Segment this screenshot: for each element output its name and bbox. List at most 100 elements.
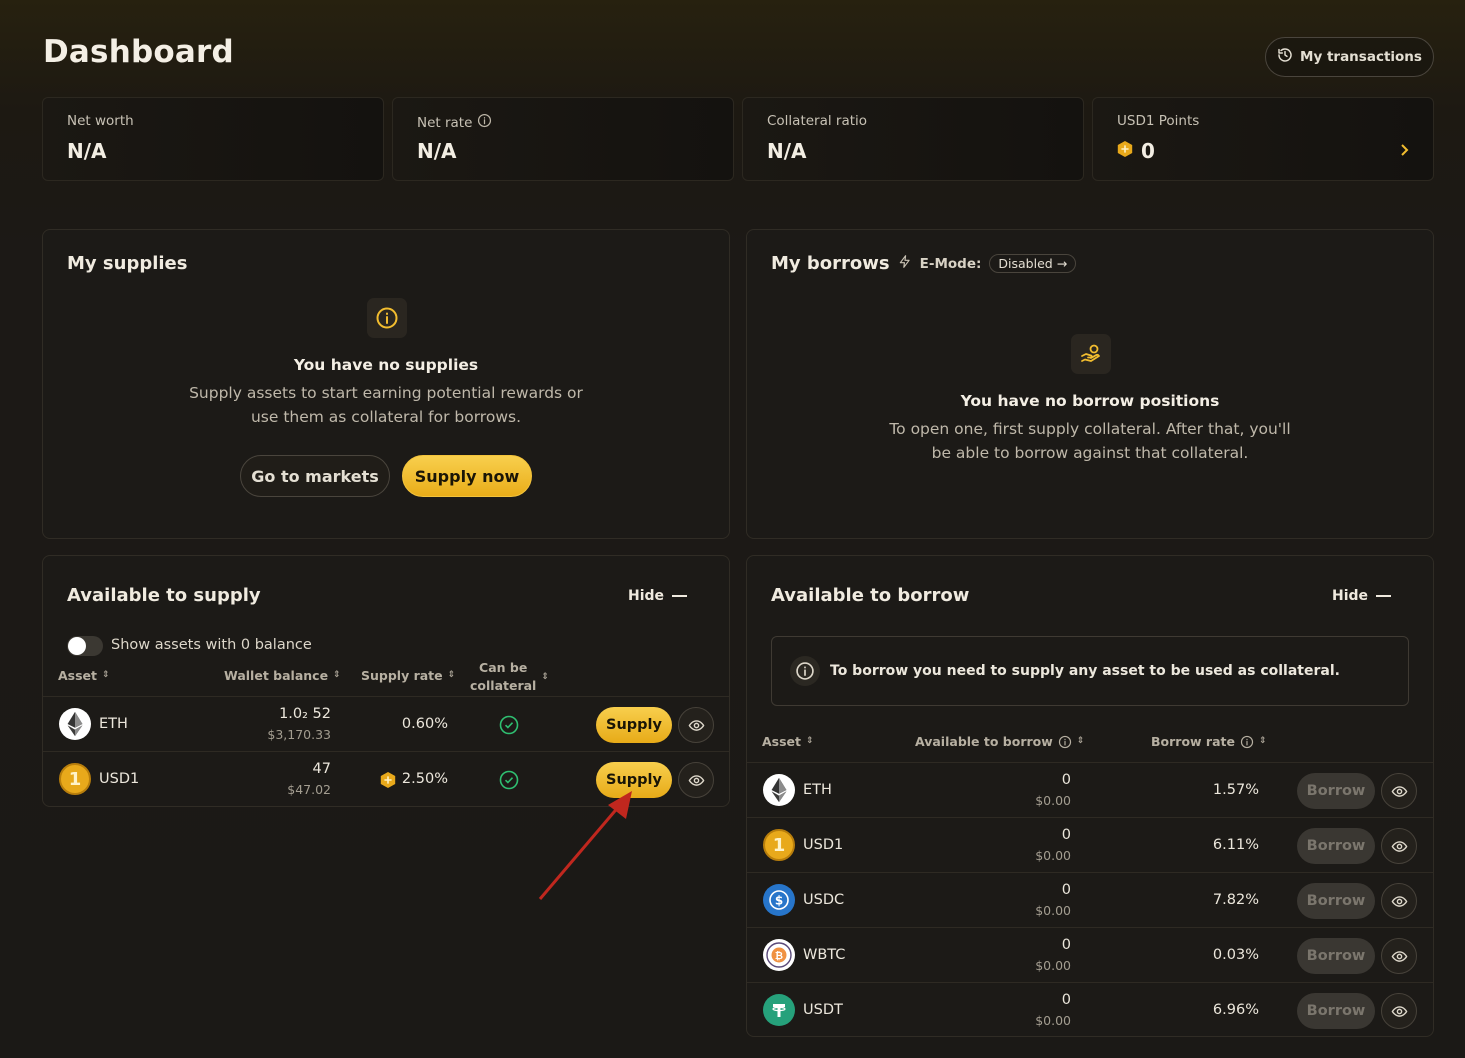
- table-row: 1 USD1 0 $0.00 6.11% Borrow: [747, 817, 1433, 872]
- stat-collateral-ratio: Collateral ratio N/A: [742, 97, 1084, 181]
- eye-icon[interactable]: [1381, 883, 1417, 919]
- empty-desc: be able to borrow against that collatera…: [931, 444, 1249, 462]
- available-usd: $0.00: [1035, 848, 1071, 863]
- sort-icon: ⇕: [333, 670, 341, 680]
- go-to-markets-button[interactable]: Go to markets: [240, 455, 390, 497]
- asset-name: USD1: [803, 837, 844, 853]
- emode-status-button[interactable]: Disabled →: [989, 254, 1077, 273]
- column-asset[interactable]: Asset ⇕: [58, 668, 110, 683]
- eye-icon[interactable]: [1381, 993, 1417, 1029]
- my-borrows-title: My borrows: [771, 253, 890, 274]
- arrow-right-icon: →: [1056, 256, 1068, 271]
- collateral-notice: To borrow you need to supply any asset t…: [771, 636, 1409, 706]
- available-borrow-title: Available to borrow: [771, 585, 970, 606]
- my-supplies-title: My supplies: [67, 253, 188, 274]
- usdc-coin-icon: $: [763, 884, 795, 916]
- hand-coins-icon: [1071, 334, 1111, 374]
- supply-now-button[interactable]: Supply now: [402, 455, 532, 497]
- borrow-rate: 6.96%: [1212, 1002, 1259, 1018]
- annotation-arrow: [538, 791, 632, 900]
- ethereum-icon: [59, 708, 91, 740]
- empty-desc: To open one, first supply collateral. Af…: [889, 420, 1291, 438]
- info-icon: [790, 656, 820, 686]
- my-transactions-label: My transactions: [1300, 49, 1422, 65]
- empty-desc: Supply assets to start earning potential…: [189, 384, 583, 402]
- usdt-coin-icon: [763, 994, 795, 1026]
- borrow-button[interactable]: Borrow: [1297, 938, 1375, 974]
- asset-name: USDC: [803, 892, 845, 908]
- hide-borrow-button[interactable]: Hide: [1332, 588, 1392, 604]
- history-icon: [1277, 47, 1293, 67]
- ethereum-icon: [763, 774, 795, 806]
- eye-icon[interactable]: [1381, 773, 1417, 809]
- zero-balance-toggle[interactable]: [67, 636, 103, 656]
- hide-label: Hide: [628, 588, 665, 604]
- eye-icon[interactable]: [1381, 828, 1417, 864]
- borrow-button[interactable]: Borrow: [1297, 993, 1375, 1029]
- eye-icon[interactable]: [678, 762, 714, 798]
- stat-net-rate: Net rate N/A: [392, 97, 734, 181]
- info-icon[interactable]: [477, 113, 492, 132]
- asset-name: ETH: [803, 782, 832, 798]
- notice-text: To borrow you need to supply any asset t…: [830, 663, 1340, 679]
- hide-supply-button[interactable]: Hide: [628, 588, 688, 604]
- borrow-button[interactable]: Borrow: [1297, 828, 1375, 864]
- my-supplies-panel: My supplies You have no supplies Supply …: [42, 229, 730, 539]
- asset-name: USD1: [99, 771, 140, 787]
- wallet-balance-usd: $47.02: [287, 782, 331, 797]
- available-amount: 0: [1061, 772, 1071, 788]
- available-amount: 0: [1061, 992, 1071, 1008]
- column-wallet-balance[interactable]: Wallet balance ⇕: [224, 668, 341, 683]
- usd1-coin-icon: 1: [763, 829, 795, 861]
- hide-label: Hide: [1332, 588, 1369, 604]
- my-transactions-button[interactable]: My transactions: [1265, 37, 1434, 77]
- sort-icon: ⇕: [541, 671, 549, 682]
- stat-value: N/A: [67, 139, 107, 163]
- borrow-rate: 0.03%: [1212, 947, 1259, 963]
- stat-value: N/A: [417, 139, 457, 163]
- stat-label: Net rate: [417, 114, 473, 131]
- check-circle-icon: [499, 715, 519, 735]
- table-row: ETH 0 $0.00 1.57% Borrow: [747, 762, 1433, 817]
- supply-button[interactable]: Supply: [596, 707, 672, 743]
- asset-name: WBTC: [803, 947, 846, 963]
- asset-name: ETH: [99, 716, 128, 732]
- stat-net-worth: Net worth N/A: [42, 97, 384, 181]
- available-supply-title: Available to supply: [67, 585, 261, 606]
- borrow-rate: 7.82%: [1212, 892, 1259, 908]
- chevron-right-icon[interactable]: [1399, 142, 1411, 161]
- available-amount: 0: [1061, 882, 1071, 898]
- eye-icon[interactable]: [678, 707, 714, 743]
- table-row: ETH 1.0₂ 52 $3,170.33 0.60% Supply: [43, 696, 729, 751]
- column-asset[interactable]: Asset ⇕: [762, 734, 814, 749]
- available-usd: $0.00: [1035, 958, 1071, 973]
- borrow-button[interactable]: Borrow: [1297, 773, 1375, 809]
- sort-icon: ⇕: [102, 670, 110, 680]
- supply-rate: 0.60%: [401, 716, 448, 732]
- usd1-coin-icon: 1: [59, 763, 91, 795]
- borrow-button[interactable]: Borrow: [1297, 883, 1375, 919]
- toggle-label: Show assets with 0 balance: [111, 637, 312, 653]
- points-hexagon-icon: [1117, 139, 1133, 163]
- available-amount: 0: [1061, 937, 1071, 953]
- emode-status: Disabled: [998, 256, 1053, 271]
- column-available-to-borrow[interactable]: Available to borrow ⇕: [915, 734, 1084, 749]
- info-icon: [1058, 735, 1071, 748]
- sort-icon: ⇕: [806, 736, 814, 746]
- stat-usd1-points[interactable]: USD1 Points 0: [1092, 97, 1434, 181]
- sort-icon: ⇕: [447, 670, 456, 680]
- available-usd: $0.00: [1035, 1013, 1071, 1028]
- wbtc-coin-icon: ₿: [763, 939, 795, 971]
- column-borrow-rate[interactable]: Borrow rate ⇕: [1151, 734, 1267, 749]
- sort-icon: ⇕: [1076, 736, 1085, 746]
- borrow-rate: 1.57%: [1212, 782, 1259, 798]
- column-can-be-collateral[interactable]: Can be collateral ⇕: [470, 659, 549, 695]
- available-to-borrow-panel: Available to borrow Hide To borrow you n…: [746, 555, 1434, 1037]
- sort-icon: ⇕: [1258, 736, 1267, 746]
- eye-icon[interactable]: [1381, 938, 1417, 974]
- my-borrows-panel: My borrows E-Mode: Disabled → You have no…: [746, 229, 1434, 539]
- available-usd: $0.00: [1035, 793, 1071, 808]
- column-supply-rate[interactable]: Supply rate ⇕: [361, 668, 455, 683]
- minus-icon: [672, 595, 688, 597]
- lightning-icon: [898, 254, 912, 273]
